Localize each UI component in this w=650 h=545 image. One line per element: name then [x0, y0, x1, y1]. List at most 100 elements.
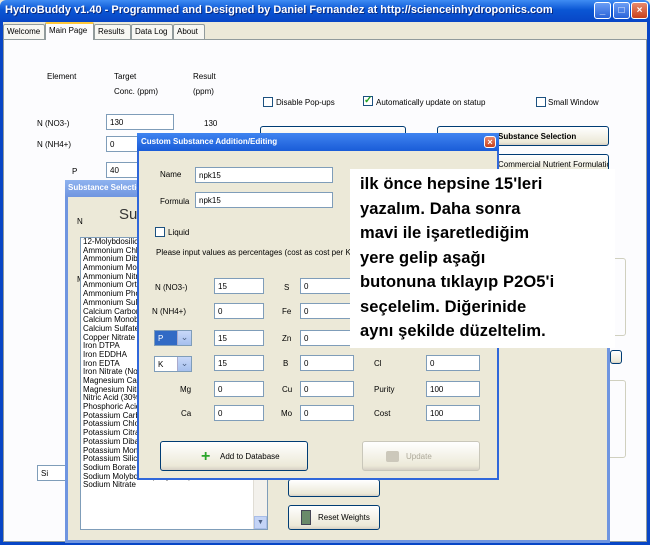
nh4-label: N (NH4+): [152, 307, 187, 316]
mo-label: Mo: [281, 409, 293, 418]
formula-input[interactable]: npk15: [195, 192, 333, 208]
cost-label: Cost: [374, 409, 391, 418]
mg-input[interactable]: 0: [214, 381, 264, 397]
row-element-nh4: N (NH4+): [37, 140, 72, 149]
cost-input[interactable]: 100: [426, 405, 480, 421]
ca-label: Ca: [181, 409, 192, 418]
liquid-checkbox[interactable]: [155, 227, 165, 237]
main-titlebar: HydroBuddy v1.40 - Programmed and Design…: [0, 0, 650, 22]
annotation-line: yazalım. Daha sonra: [360, 199, 521, 218]
tab-main-page[interactable]: Main Page: [45, 22, 94, 40]
disable-popups-checkbox[interactable]: [263, 97, 273, 107]
p-selector[interactable]: P ⌄: [154, 330, 192, 346]
annotation-line: mavi ile işaretlediğim: [360, 224, 530, 242]
k-selector-value: K: [158, 360, 164, 369]
ca-input[interactable]: 0: [214, 405, 264, 421]
minimize-button[interactable]: _: [594, 2, 611, 19]
tab-welcome[interactable]: Welcome: [3, 24, 45, 39]
name-label: Name: [160, 170, 182, 179]
zn-label: Zn: [282, 334, 292, 343]
substance-selection-title: Substance Selection: [68, 183, 147, 192]
formula-label: Formula: [160, 197, 190, 206]
cu-input[interactable]: 0: [300, 381, 354, 397]
auto-update-label: Automatically update on statup: [376, 98, 486, 107]
auto-update-checkbox[interactable]: [363, 95, 373, 106]
tab-about[interactable]: About: [173, 24, 205, 39]
disable-popups-label: Disable Pop-ups: [276, 98, 335, 107]
col-target-header: Target: [114, 72, 137, 81]
k-input[interactable]: 15: [214, 355, 264, 371]
add-to-database-button[interactable]: + Add to Database: [160, 441, 308, 471]
row-element-no3: N (NO3-): [37, 119, 70, 128]
reset-weights-label: Reset Weights: [318, 513, 370, 522]
mo-input[interactable]: 0: [300, 405, 354, 421]
purity-label: Purity: [374, 385, 395, 394]
col-element-header: Element: [47, 72, 77, 81]
b-label: B: [283, 359, 289, 368]
close-icon: ×: [487, 137, 493, 147]
annotation-line: seçelelim. Diğerinide: [360, 297, 527, 316]
nh4-input[interactable]: 0: [214, 303, 264, 319]
substance-side-label: N: [77, 217, 83, 226]
substance-selection-label: Substance Selection: [498, 132, 577, 141]
cl-input[interactable]: 0: [426, 355, 480, 371]
close-button[interactable]: ×: [631, 2, 648, 19]
fe-input[interactable]: 0: [300, 303, 354, 319]
window-title: HydroBuddy v1.40 - Programmed and Design…: [5, 4, 553, 16]
tab-results[interactable]: Results: [94, 24, 131, 39]
custom-substance-titlebar: Custom Substance Addition/Editing ×: [137, 133, 499, 151]
hidden-weight-button[interactable]: [288, 479, 380, 497]
tab-data-log[interactable]: Data Log: [131, 24, 173, 39]
annotation-line: aynı şekilde düzeltelim.: [360, 322, 546, 340]
side-button-3[interactable]: [610, 350, 622, 364]
name-input[interactable]: npk15: [195, 167, 333, 183]
k-selector[interactable]: K ⌄: [154, 356, 192, 372]
chevron-down-icon: ⌄: [177, 331, 191, 345]
purity-input[interactable]: 100: [426, 381, 480, 397]
target-p-input[interactable]: 40: [106, 162, 141, 178]
no3-input[interactable]: 15: [214, 278, 264, 294]
minimize-icon: _: [599, 5, 606, 16]
result-no3: 130: [204, 119, 218, 128]
add-to-database-label: Add to Database: [220, 452, 280, 461]
p-input[interactable]: 15: [214, 330, 264, 346]
target-no3-input[interactable]: 130: [106, 114, 174, 130]
target-nh4-input[interactable]: 0: [106, 136, 141, 152]
instructions-text: Please input values as percentages (cost…: [156, 248, 358, 257]
annotation-line: ilk önce hepsine 15'leri: [360, 175, 543, 193]
trash-icon: [301, 510, 311, 525]
s-input[interactable]: 0: [300, 278, 354, 294]
small-window-label: Small Window: [548, 98, 599, 107]
row-element-p: P: [72, 167, 78, 176]
dialog-close-button[interactable]: ×: [484, 136, 496, 148]
update-label: Update: [406, 452, 432, 461]
maximize-icon: □: [618, 5, 625, 16]
annotation-line: butonuna tıklayıp P2O5'i: [360, 273, 555, 291]
maximize-button[interactable]: □: [613, 2, 630, 19]
p-selector-value: P: [158, 334, 164, 343]
list-item[interactable]: Sodium Nitrate: [81, 481, 267, 490]
liquid-label: Liquid: [168, 228, 190, 237]
chevron-down-icon: ⌄: [177, 357, 191, 371]
mg-label: Mg: [180, 385, 192, 394]
no3-label: N (NO3-): [155, 283, 188, 292]
close-icon: ×: [636, 5, 643, 16]
update-icon: [386, 451, 399, 462]
zn-input[interactable]: 0: [300, 330, 354, 346]
annotation-overlay: ilk önce hepsine 15'leri yazalım. Daha s…: [350, 169, 615, 348]
col-result-header: Result: [193, 72, 216, 81]
scroll-down-icon[interactable]: ▼: [254, 516, 267, 529]
update-button[interactable]: Update: [362, 441, 480, 471]
small-window-checkbox[interactable]: [536, 97, 546, 107]
s-label: S: [284, 283, 290, 292]
col-result-unit: (ppm): [193, 87, 214, 96]
si-input[interactable]: Si: [37, 465, 67, 481]
fe-label: Fe: [282, 307, 292, 316]
cu-label: Cu: [282, 385, 293, 394]
b-input[interactable]: 0: [300, 355, 354, 371]
col-target-unit: Conc. (ppm): [114, 87, 159, 96]
annotation-line: yere gelip aşağı: [360, 248, 486, 267]
plus-icon: +: [201, 448, 211, 465]
reset-weights-button[interactable]: Reset Weights: [288, 505, 380, 530]
commercial-formulation-label: Commercial Nutrient Formulation: [498, 160, 609, 169]
